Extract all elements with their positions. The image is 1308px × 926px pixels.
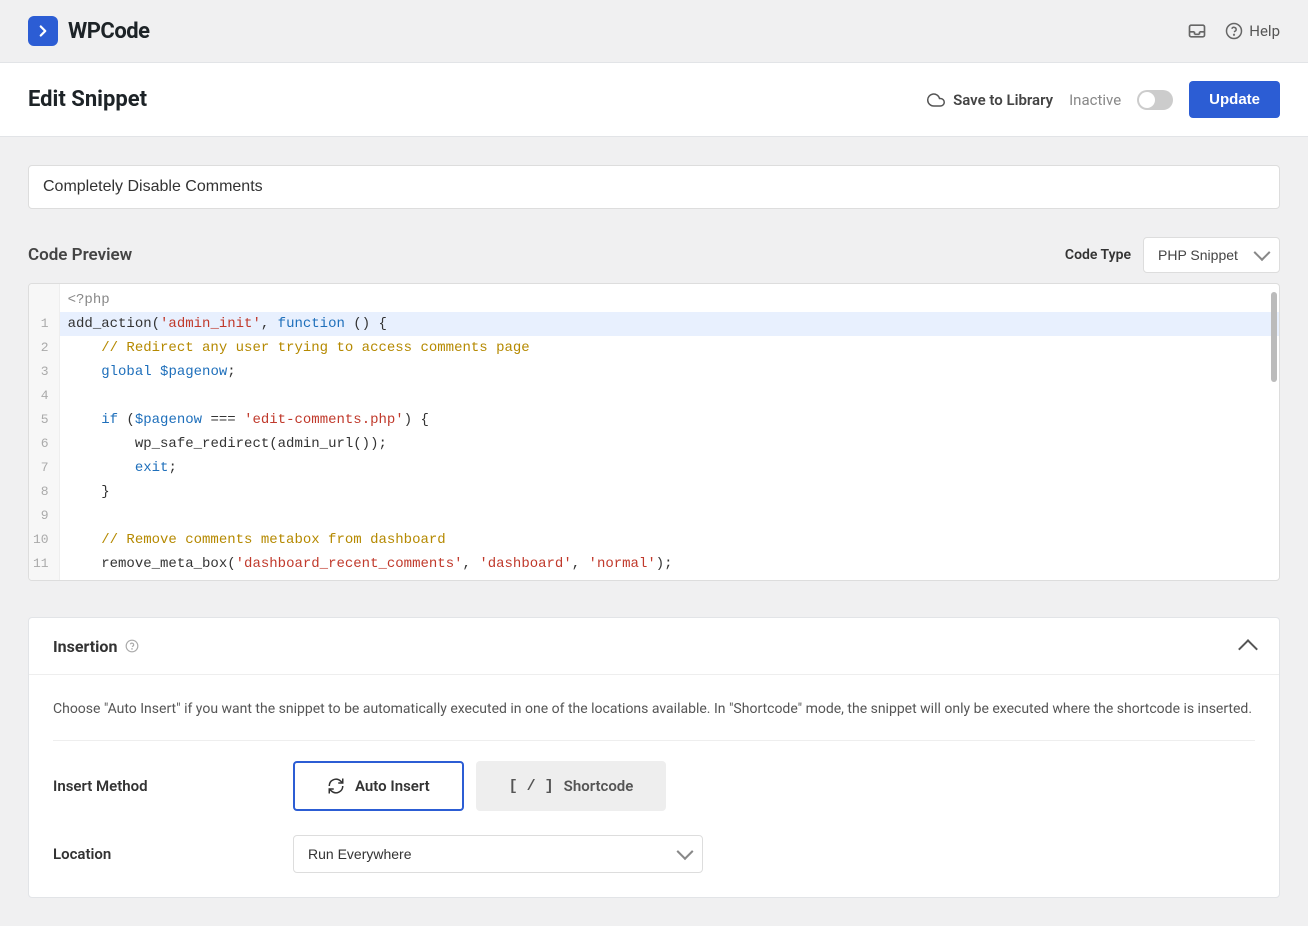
insertion-panel-header[interactable]: Insertion (29, 618, 1279, 675)
auto-insert-button[interactable]: Auto Insert (293, 761, 464, 811)
update-button[interactable]: Update (1189, 81, 1280, 118)
method-buttons: Auto Insert [ / ] Shortcode (293, 761, 1255, 811)
location-select[interactable]: Run Everywhere (293, 835, 703, 873)
insertion-title: Insertion (53, 637, 117, 656)
shortcode-button[interactable]: [ / ] Shortcode (476, 761, 667, 811)
shortcode-label: Shortcode (564, 777, 634, 795)
help-icon (1225, 22, 1243, 40)
inbox-icon[interactable] (1187, 21, 1207, 41)
topbar: WPCode Help (0, 0, 1308, 63)
help-label: Help (1249, 22, 1280, 40)
code-type-wrap: Code Type PHP Snippet (1065, 237, 1280, 273)
code-preview-title: Code Preview (28, 245, 132, 265)
refresh-icon (327, 777, 345, 795)
status-label: Inactive (1069, 91, 1121, 109)
editor-scrollbar[interactable] (1271, 292, 1277, 382)
insertion-description: Choose "Auto Insert" if you want the sni… (53, 699, 1255, 741)
save-to-library-button[interactable]: Save to Library (927, 91, 1053, 109)
insertion-panel: Insertion Choose "Auto Insert" if you wa… (28, 617, 1280, 898)
pagebar: Edit Snippet Save to Library Inactive Up… (0, 63, 1308, 137)
info-icon (125, 639, 139, 653)
topbar-right: Help (1187, 21, 1280, 41)
code-editor[interactable]: 01234567891011 <?phpadd_action('admin_in… (28, 283, 1280, 581)
help-link[interactable]: Help (1225, 22, 1280, 40)
snippet-title-input[interactable] (28, 165, 1280, 209)
auto-insert-label: Auto Insert (355, 777, 430, 795)
cloud-icon (927, 91, 945, 109)
pagebar-actions: Save to Library Inactive Update (927, 81, 1280, 118)
brand-name: WPCode (68, 19, 150, 44)
chevron-up-icon (1238, 639, 1258, 659)
location-label: Location (53, 845, 293, 863)
content: Code Preview Code Type PHP Snippet 01234… (0, 137, 1308, 926)
active-toggle[interactable] (1137, 90, 1173, 110)
save-to-library-label: Save to Library (953, 91, 1053, 109)
shortcode-icon: [ / ] (509, 778, 554, 795)
insertion-panel-body: Choose "Auto Insert" if you want the sni… (29, 675, 1279, 897)
code-type-label: Code Type (1065, 247, 1131, 263)
location-row: Location Run Everywhere (53, 835, 1255, 873)
insert-method-label: Insert Method (53, 777, 293, 795)
code-area[interactable]: <?phpadd_action('admin_init', function (… (60, 284, 1279, 580)
line-gutter: 01234567891011 (29, 284, 60, 580)
page-title: Edit Snippet (28, 87, 147, 112)
logo-icon (28, 16, 58, 46)
preview-header: Code Preview Code Type PHP Snippet (28, 237, 1280, 273)
insert-method-row: Insert Method Auto Insert [ / ] Shortcod… (53, 761, 1255, 811)
brand-logo[interactable]: WPCode (28, 16, 150, 46)
code-type-select[interactable]: PHP Snippet (1143, 237, 1280, 273)
toggle-knob (1139, 92, 1155, 108)
